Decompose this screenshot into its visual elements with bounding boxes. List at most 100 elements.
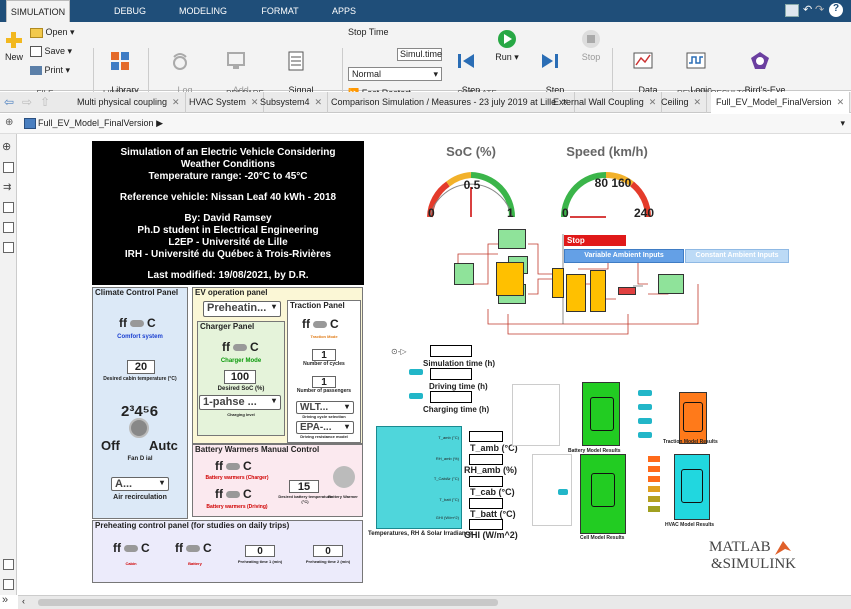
cabin-temperature-input[interactable]: 20 [127, 360, 155, 374]
cell-inport[interactable] [558, 489, 568, 495]
t-amb-display[interactable] [469, 431, 503, 442]
variable-ambient-inputs-button[interactable]: Variable Ambient Inputs [564, 249, 684, 263]
forward-arrow-icon[interactable]: ⇨ [22, 95, 32, 109]
charging-time-inport[interactable] [409, 393, 423, 399]
tab-apps[interactable]: APPS [322, 0, 366, 22]
driving-cycle-dropdown[interactable]: WLT... ▾ [296, 401, 354, 414]
hvac-inport-4[interactable] [648, 486, 660, 492]
doc-tab-ceiling[interactable]: Ceiling ✕ [656, 92, 708, 113]
tab-format[interactable]: FORMAT [248, 0, 312, 22]
tab-simulation[interactable]: SIMULATION [6, 0, 70, 22]
climate-mode-switch[interactable]: ff C [119, 316, 156, 330]
red-block[interactable] [618, 287, 636, 295]
cell-model-scope[interactable] [580, 454, 626, 534]
expand-icon[interactable]: » [2, 594, 8, 606]
stop-conditions-label[interactable]: Stop conditions [564, 235, 626, 256]
desired-soc-input[interactable]: 100 [224, 370, 256, 384]
constant-ambient-inputs-button[interactable]: Constant Ambient Inputs [685, 249, 789, 263]
address-dropdown-icon[interactable]: ▾ [840, 118, 845, 129]
hvac-inport-1[interactable] [648, 456, 660, 462]
battery-model-scope[interactable] [582, 382, 620, 446]
hvac-inport-5[interactable] [648, 496, 660, 502]
green-subsystem-2[interactable] [498, 229, 526, 249]
warmers-driving-switch[interactable]: ff C [215, 487, 252, 501]
t-batt-display[interactable] [469, 498, 503, 509]
stop-button[interactable]: Stop [576, 28, 606, 63]
doc-tab-subsystem4[interactable]: Subsystem4 ✕ [255, 92, 329, 113]
back-arrow-icon[interactable]: ⇦ [4, 95, 14, 109]
help-icon[interactable]: ? [829, 3, 843, 17]
passengers-input[interactable]: 1 [312, 376, 336, 388]
simulation-mode-select[interactable]: Normal ▾ [348, 67, 442, 81]
warmers-charger-switch[interactable]: ff C [215, 459, 252, 473]
hvac-inport-2[interactable] [648, 466, 660, 472]
battery-temperature-input[interactable]: 15 [289, 480, 319, 493]
up-arrow-icon[interactable]: ⇧ [40, 95, 50, 109]
save-quick-icon[interactable] [785, 4, 799, 17]
new-button[interactable]: New [2, 30, 26, 63]
open-button[interactable]: Open ▾ [30, 27, 90, 38]
traction-inport-3[interactable] [638, 418, 652, 424]
hvac-model-scope[interactable] [674, 454, 710, 520]
redo-icon[interactable]: ↷ [815, 3, 824, 16]
doc-tab-multi-physical[interactable]: Multi physical coupling ✕ [72, 92, 186, 113]
rh-amb-display[interactable] [469, 454, 503, 465]
preheating-dropdown[interactable]: Preheatin... ▾ [203, 301, 281, 317]
traction-inport-4[interactable] [638, 432, 652, 438]
preheat-battery-switch[interactable]: ff C [175, 541, 212, 555]
green-subsystem-5[interactable] [658, 274, 684, 294]
doc-tab-hvac[interactable]: HVAC System ✕ [184, 92, 265, 113]
stop-time-input[interactable]: Simul.time [397, 48, 442, 61]
doc-tab-comparison[interactable]: Comparison Simulation / Measures - 23 ju… [326, 92, 575, 113]
tab-modeling[interactable]: MODELING [168, 0, 238, 22]
scroll-left-icon[interactable]: ‹ [22, 596, 25, 606]
preheat-time2-input[interactable]: 0 [313, 545, 343, 557]
preheat-time1-input[interactable]: 0 [245, 545, 275, 557]
t-cab-display[interactable] [469, 476, 503, 487]
breadcrumb[interactable]: Full_EV_Model_FinalVersion ▶ [38, 118, 163, 129]
run-button[interactable]: Run ▾ [492, 28, 522, 63]
hide-explorer-icon[interactable]: ⊕ [5, 117, 13, 128]
save-button[interactable]: Save ▾ [30, 46, 90, 58]
green-subsystem-1[interactable] [454, 263, 474, 285]
scroll-thumb[interactable] [38, 599, 498, 606]
yellow-subsystem-1[interactable] [552, 268, 564, 298]
traction-inport-1[interactable] [638, 390, 652, 396]
property-icon[interactable] [3, 579, 14, 590]
weather-subsystem[interactable]: T_amb (°C) RH_amb (%) T_CabAir (°C) T_ba… [376, 426, 462, 529]
traction-model-scope[interactable] [679, 392, 707, 444]
driving-time-inport[interactable] [409, 369, 423, 375]
ghi-display[interactable] [469, 519, 503, 530]
image-icon[interactable] [3, 222, 14, 233]
annotation-icon[interactable] [3, 202, 14, 213]
zoom-icon[interactable]: ⊕ [2, 140, 11, 153]
yellow-subsystem-3[interactable] [566, 274, 586, 312]
hvac-inport-3[interactable] [648, 476, 660, 482]
fit-view-icon[interactable] [3, 162, 14, 173]
charging-time-display[interactable] [430, 391, 472, 403]
hvac-inport-6[interactable] [648, 506, 660, 512]
charging-level-dropdown[interactable]: 1-pahse ... ▾ [199, 395, 281, 410]
traction-mode-switch[interactable]: ff C [302, 317, 339, 331]
undo-icon[interactable]: ↶ [803, 3, 812, 16]
tab-debug[interactable]: DEBUG [100, 0, 160, 22]
fan-dial-knob[interactable] [129, 418, 149, 438]
air-recirculation-dropdown[interactable]: A... ▾ [111, 477, 169, 491]
driving-time-display[interactable] [430, 368, 472, 380]
doc-tab-external-wall[interactable]: External Wall Coupling ✕ [548, 92, 663, 113]
traction-inport-2[interactable] [638, 404, 652, 410]
model-canvas[interactable]: Simulation of an Electric Vehicle Consid… [18, 134, 851, 595]
charger-mode-switch[interactable]: ff C [222, 340, 259, 354]
driving-resistance-dropdown[interactable]: EPA-... ▾ [296, 421, 354, 434]
preheat-cabin-switch[interactable]: ff C [113, 541, 150, 555]
yellow-subsystem-4[interactable] [590, 270, 606, 312]
simulation-time-display[interactable] [430, 345, 472, 357]
arrow-icon[interactable]: ⇉ [3, 182, 11, 193]
camera-icon[interactable] [3, 559, 14, 570]
print-button[interactable]: Print ▾ [30, 65, 90, 76]
horizontal-scrollbar[interactable]: ‹ [18, 595, 851, 609]
area-icon[interactable] [3, 242, 14, 253]
yellow-subsystem-2[interactable] [496, 262, 524, 296]
doc-tab-full-ev[interactable]: Full_EV_Model_FinalVersion ✕ [711, 92, 851, 113]
cycles-input[interactable]: 1 [312, 349, 336, 361]
